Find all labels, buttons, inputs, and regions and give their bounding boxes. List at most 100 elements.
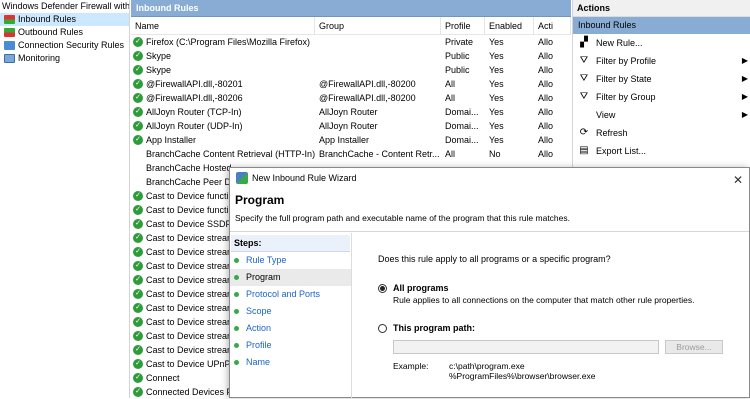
step-label: Scope bbox=[246, 306, 272, 316]
tree-item-connection-security-rules[interactable]: Connection Security Rules bbox=[0, 39, 129, 52]
tree-item-label: Outbound Rules bbox=[18, 27, 84, 37]
option-program-path[interactable]: This program path: bbox=[378, 323, 738, 333]
tree-root[interactable]: Windows Defender Firewall with bbox=[0, 0, 129, 13]
step-rule-type[interactable]: Rule Type bbox=[230, 252, 351, 269]
action-filter-by-profile[interactable]: ⛛ Filter by Profile ▶ bbox=[573, 52, 750, 70]
rule-profile: Domai... bbox=[445, 121, 479, 131]
rule-name: Cast to Device functi bbox=[146, 205, 229, 215]
enabled-check-icon: ✓ bbox=[133, 261, 143, 271]
step-protocol-and-ports[interactable]: Protocol and Ports bbox=[230, 286, 351, 303]
column-header-group[interactable]: Group bbox=[315, 17, 441, 34]
table-row[interactable]: ✓ Firefox (C:\Program Files\Mozilla Firef… bbox=[131, 35, 571, 49]
enabled-check-icon: ✓ bbox=[133, 219, 143, 229]
enabled-check-icon: ✓ bbox=[133, 317, 143, 327]
rule-enabled: Yes bbox=[489, 65, 504, 75]
rule-profile: All bbox=[445, 149, 456, 159]
rule-action: Allo bbox=[538, 107, 554, 117]
column-header-profile[interactable]: Profile bbox=[441, 17, 485, 34]
all-programs-label[interactable]: All programs bbox=[393, 283, 449, 293]
program-path-radio[interactable] bbox=[378, 323, 387, 333]
enabled-check-icon: ✓ bbox=[133, 359, 143, 369]
action-export-list[interactable]: ▤ Export List... bbox=[573, 142, 750, 160]
example-label: Example: bbox=[393, 361, 429, 371]
table-row[interactable]: BranchCache Content Retrieval (HTTP-In) B… bbox=[131, 147, 571, 161]
tree-item-monitoring[interactable]: Monitoring bbox=[0, 52, 129, 65]
rule-action: Allo bbox=[538, 51, 554, 61]
action-label: View bbox=[596, 110, 616, 120]
filter-icon: ⛛ bbox=[579, 73, 589, 84]
example: Example: c:\path\program.exe %ProgramFil… bbox=[393, 361, 738, 381]
rule-profile: Private bbox=[445, 37, 474, 47]
enabled-check-icon: ✓ bbox=[133, 121, 143, 131]
new-rule-icon: ▞ bbox=[580, 37, 588, 48]
enabled-check-icon: ✓ bbox=[133, 135, 143, 145]
tree-item-outbound-rules[interactable]: Outbound Rules bbox=[0, 26, 129, 39]
program-path-label[interactable]: This program path: bbox=[393, 323, 475, 333]
step-scope[interactable]: Scope bbox=[230, 303, 351, 320]
program-path-input[interactable] bbox=[393, 340, 659, 354]
rule-action: Allo bbox=[538, 149, 554, 159]
refresh-icon: ⟳ bbox=[579, 127, 589, 138]
actions-section-inbound-rules[interactable]: Inbound Rules bbox=[573, 17, 750, 34]
table-row[interactable]: ✓ @FirewallAPI.dll,-80206 @FirewallAPI.dll… bbox=[131, 91, 571, 105]
wizard-description: Specify the full program path and execut… bbox=[235, 213, 570, 223]
actions-pane: Actions Inbound Rules ▞ New Rule... ⛛ Filte… bbox=[572, 0, 750, 170]
wizard-steps: Steps: Rule Type Program Protocol and Port… bbox=[230, 233, 352, 399]
firewall-icon bbox=[236, 172, 248, 184]
export-icon: ▤ bbox=[579, 145, 589, 156]
all-programs-radio[interactable] bbox=[378, 283, 387, 293]
rules-pane-header: Inbound Rules bbox=[131, 0, 571, 17]
column-headers: Name Group Profile Enabled Acti bbox=[131, 17, 571, 35]
new-inbound-rule-wizard: New Inbound Rule Wizard ✕ Program Specif… bbox=[229, 167, 750, 399]
table-row[interactable]: ✓ Skype Public Yes Allo bbox=[131, 63, 571, 77]
rule-name: BranchCache Content Retrieval (HTTP-In) bbox=[146, 149, 315, 159]
action-filter-by-state[interactable]: ⛛ Filter by State ▶ bbox=[573, 70, 750, 88]
wizard-header: Program Specify the full program path an… bbox=[230, 188, 749, 232]
rule-name-cell: BranchCache Content Retrieval (HTTP-In) bbox=[131, 147, 315, 161]
table-row[interactable]: ✓ @FirewallAPI.dll,-80201 @FirewallAPI.dll… bbox=[131, 77, 571, 91]
wizard-title: New Inbound Rule Wizard bbox=[252, 173, 357, 183]
step-bullet-icon bbox=[234, 309, 239, 314]
step-program[interactable]: Program bbox=[230, 269, 351, 286]
rule-name: Cast to Device strear bbox=[146, 317, 231, 327]
close-icon[interactable]: ✕ bbox=[733, 170, 743, 190]
rule-name: Cast to Device strear bbox=[146, 331, 231, 341]
tree-item-inbound-rules[interactable]: Inbound Rules bbox=[0, 13, 129, 26]
table-row[interactable]: ✓ App Installer App Installer Domai... Yes Al… bbox=[131, 133, 571, 147]
wizard-titlebar[interactable]: New Inbound Rule Wizard ✕ bbox=[230, 168, 749, 188]
step-name[interactable]: Name bbox=[230, 354, 351, 371]
submenu-arrow-icon: ▶ bbox=[741, 110, 748, 119]
action-label: Refresh bbox=[596, 128, 628, 138]
step-bullet-icon bbox=[234, 275, 239, 280]
option-all-programs[interactable]: All programs bbox=[378, 283, 738, 293]
rule-group: App Installer bbox=[319, 135, 370, 145]
enabled-check-icon: ✓ bbox=[133, 107, 143, 117]
action-refresh[interactable]: ⟳ Refresh bbox=[573, 124, 750, 142]
step-profile[interactable]: Profile bbox=[230, 337, 351, 354]
step-action[interactable]: Action bbox=[230, 320, 351, 337]
table-row[interactable]: ✓ Skype Public Yes Allo bbox=[131, 49, 571, 63]
rule-group: AllJoyn Router bbox=[319, 121, 378, 131]
action-new-rule[interactable]: ▞ New Rule... bbox=[573, 34, 750, 52]
connection-security-rules-icon bbox=[4, 41, 15, 50]
action-view[interactable]: View ▶ bbox=[573, 106, 750, 124]
step-bullet-icon bbox=[234, 326, 239, 331]
rule-name: Cast to Device strear bbox=[146, 247, 231, 257]
rule-group: AllJoyn Router bbox=[319, 107, 378, 117]
rule-name: AllJoyn Router (TCP-In) bbox=[146, 107, 242, 117]
rule-action: Allo bbox=[538, 79, 554, 89]
submenu-arrow-icon: ▶ bbox=[741, 74, 748, 83]
step-label: Action bbox=[246, 323, 272, 333]
column-header-enabled[interactable]: Enabled bbox=[485, 17, 534, 34]
wizard-heading: Program bbox=[235, 193, 285, 207]
column-header-name[interactable]: Name bbox=[131, 17, 315, 34]
table-row[interactable]: ✓ AllJoyn Router (UDP-In) AllJoyn Router Do… bbox=[131, 119, 571, 133]
rule-name: Cast to Device strear bbox=[146, 261, 231, 271]
tree-item-label: Connection Security Rules bbox=[18, 40, 125, 50]
table-row[interactable]: ✓ AllJoyn Router (TCP-In) AllJoyn Router Do… bbox=[131, 105, 571, 119]
action-filter-by-group[interactable]: ⛛ Filter by Group ▶ bbox=[573, 88, 750, 106]
monitoring-icon bbox=[4, 54, 15, 63]
column-header-action[interactable]: Acti bbox=[534, 17, 571, 34]
rule-name: Skype bbox=[146, 65, 172, 75]
browse-button[interactable]: Browse... bbox=[665, 340, 723, 354]
